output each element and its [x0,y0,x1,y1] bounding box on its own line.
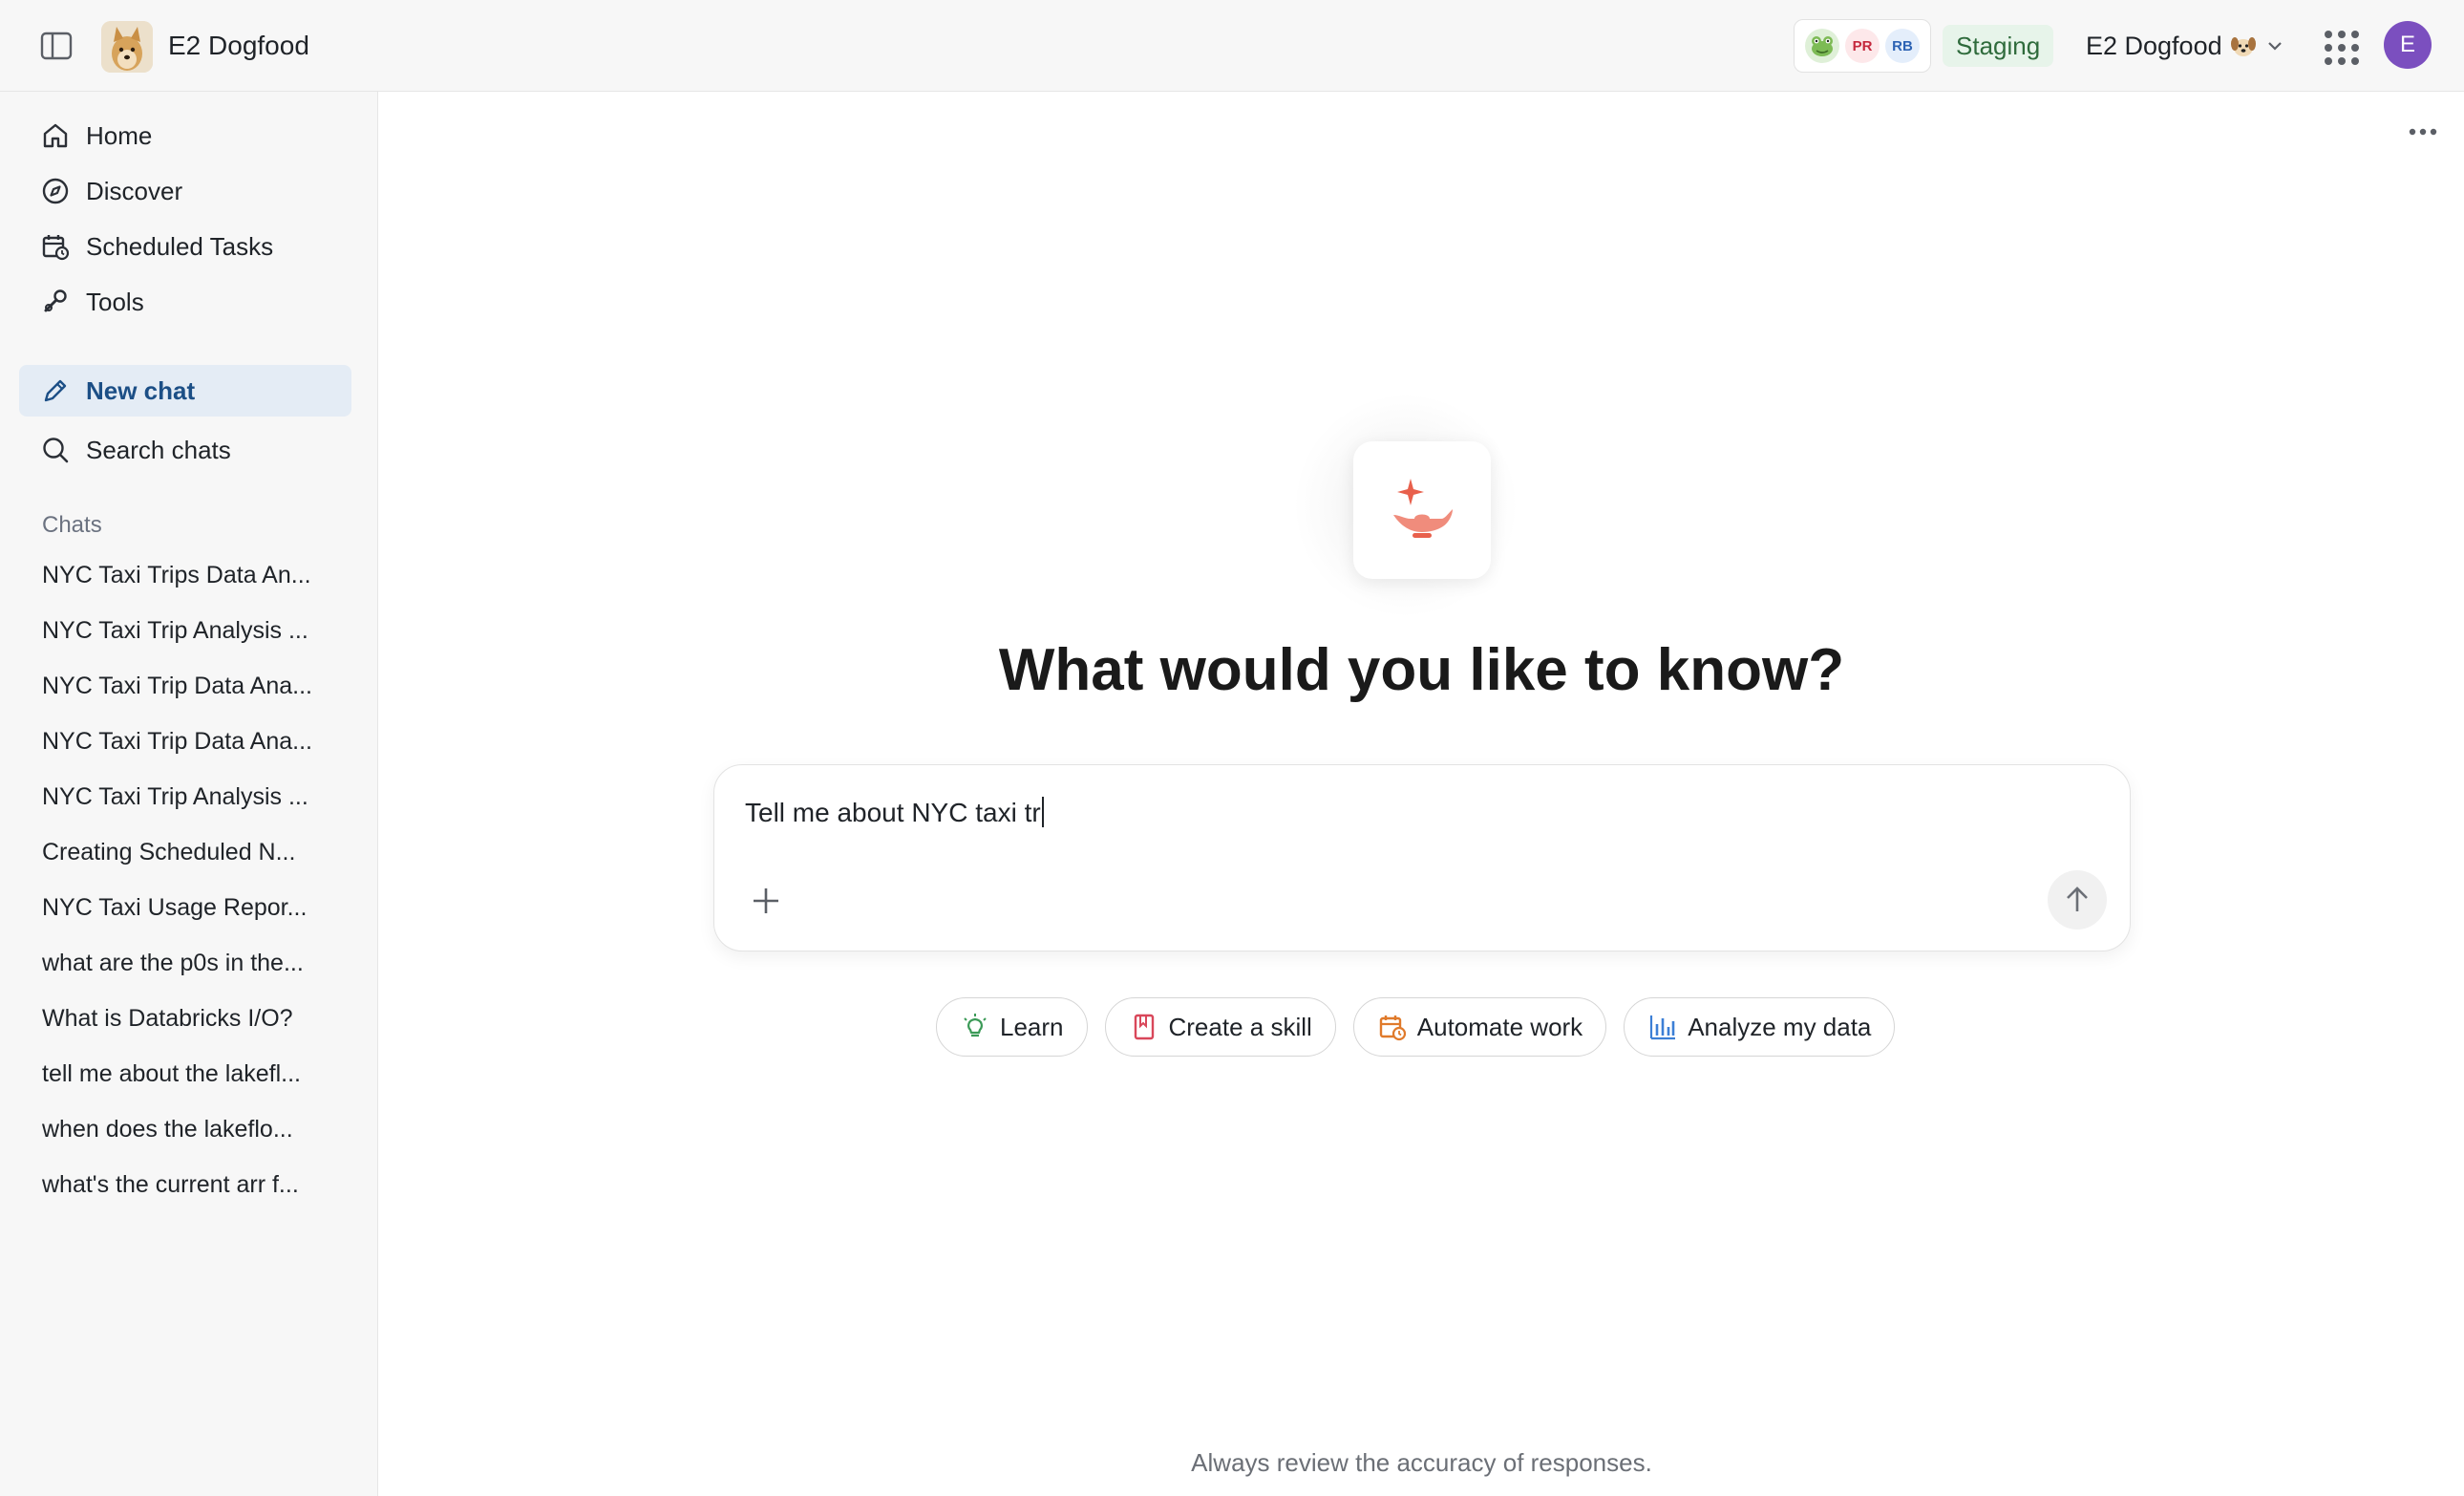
more-options-button[interactable] [2396,113,2450,151]
top-bar: E2 Dogfood PR RB Staging E2 Dogfood E [0,0,2464,92]
workspace-logo [101,21,153,73]
workspace-switcher-label: E2 Dogfood [2086,31,2222,60]
sidebar-item-home[interactable]: Home [19,110,351,161]
sidebar-item-discover[interactable]: Discover [19,165,351,217]
apps-grid-dot [2338,31,2346,38]
search-chats-button[interactable]: Search chats [19,424,351,476]
app-window: E2 Dogfood PR RB Staging E2 Dogfood E Ho… [0,0,2464,1496]
more-horizontal-icon [2409,128,2437,136]
sidebar-item-label: Tools [86,287,144,316]
sidebar-item-label: Discover [86,176,183,205]
calendar-clock-icon [40,231,71,262]
chat-history-item[interactable]: NYC Taxi Trips Data An... [42,556,338,594]
sidebar-item-label: Home [86,120,153,150]
calendar-clock-icon [1377,1012,1408,1042]
collaborator-avatar: PR [1845,29,1880,63]
chat-history-item[interactable]: what are the p0s in the... [42,944,338,982]
sidebar-item-label: Scheduled Tasks [86,231,274,261]
suggestion-chip-label: Analyze my data [1688,1012,1872,1041]
sidebar: Home Discover Scheduled Tasks Tools New … [0,92,378,1496]
apps-grid-dot [2325,44,2332,52]
chat-history-item[interactable]: NYC Taxi Trip Analysis ... [42,611,338,650]
suggestion-chip-analyze-data[interactable]: Analyze my data [1624,997,1896,1057]
suggestion-chip-learn[interactable]: Learn [936,997,1088,1057]
chat-history-item[interactable]: NYC Taxi Usage Repor... [42,888,338,927]
frog-icon [1812,36,1833,56]
search-chats-label: Search chats [86,435,231,464]
apps-grid-dot [2351,44,2359,52]
environment-badge: Staging [1943,25,2054,67]
collaborators-group[interactable]: PR RB [1794,19,1931,73]
collaborator-avatar: RB [1885,29,1920,63]
tools-icon [40,287,71,317]
chat-history-item[interactable]: tell me about the lakefl... [42,1055,338,1093]
disclaimer-text: Always review the accuracy of responses. [1191,1448,1652,1477]
workspace-switcher[interactable]: E2 Dogfood [2086,23,2285,69]
sidebar-item-tools[interactable]: Tools [19,276,351,328]
apps-grid-button[interactable] [2323,29,2359,65]
chat-input[interactable]: Tell me about NYC taxi tr [745,792,1044,834]
suggestion-chip-label: Learn [1000,1012,1064,1041]
search-icon [40,435,71,465]
main-content: What would you like to know? Tell me abo… [379,92,2464,1496]
pencil-icon [40,375,71,406]
apps-grid-dot [2351,57,2359,65]
page-title: What would you like to know? [998,637,1845,703]
lightbulb-icon [960,1012,990,1042]
suggestion-chip-label: Create a skill [1168,1012,1312,1041]
chat-history-item[interactable]: Creating Scheduled N... [42,833,338,871]
plus-icon [754,888,778,913]
dog-emoji-icon [2230,37,2256,56]
arrow-up-icon [2067,887,2088,911]
sidebar-item-scheduled-tasks[interactable]: Scheduled Tasks [19,221,351,272]
apps-grid-dot [2351,31,2359,38]
suggestion-chip-create-skill[interactable]: Create a skill [1104,997,1336,1057]
send-button[interactable] [2048,870,2107,930]
frog-avatar [1805,29,1839,63]
home-icon [40,120,71,151]
chat-composer[interactable]: Tell me about NYC taxi tr [713,764,2131,951]
chats-heading: Chats [42,512,102,538]
chevron-down-icon [2267,42,2282,51]
apps-grid-dot [2325,57,2332,65]
apps-grid-dot [2338,44,2346,52]
compass-icon [40,176,71,206]
text-caret [1041,797,1044,827]
chat-history-item[interactable]: NYC Taxi Trip Analysis ... [42,778,338,816]
sidebar-panel-icon [40,32,73,60]
bar-chart-icon [1647,1012,1678,1042]
bookmark-icon [1129,1012,1159,1042]
suggestion-chip-automate-work[interactable]: Automate work [1352,997,1607,1057]
apps-grid-dot [2325,31,2332,38]
add-attachment-button[interactable] [745,880,787,922]
sidebar-toggle-button[interactable] [36,27,76,65]
suggestion-chip-label: Automate work [1416,1012,1583,1041]
chat-history-item[interactable]: when does the lakeflo... [42,1110,338,1148]
new-chat-button[interactable]: New chat [19,365,351,417]
workspace-title: E2 Dogfood [168,31,309,60]
chat-history-item[interactable]: what's the current arr f... [42,1165,338,1204]
magic-lamp-icon [1393,479,1453,538]
chat-history-item[interactable]: NYC Taxi Trip Data Ana... [42,722,338,760]
chat-history-item[interactable]: NYC Taxi Trip Data Ana... [42,667,338,705]
suggestion-chips: Learn Create a skill Automate work Analy… [936,997,1896,1057]
chat-input-value: Tell me about NYC taxi tr [745,798,1041,827]
chat-history-item[interactable]: What is Databricks I/O? [42,999,338,1037]
new-chat-label: New chat [86,375,196,405]
assistant-logo [1353,441,1491,579]
user-avatar[interactable]: E [2384,21,2432,69]
doge-logo-icon [101,21,153,73]
apps-grid-dot [2338,57,2346,65]
